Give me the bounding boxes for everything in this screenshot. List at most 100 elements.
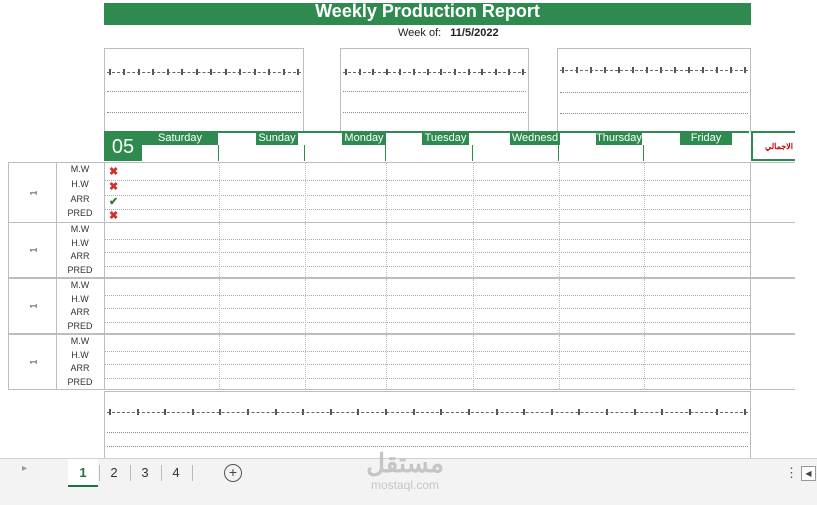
watermark-arabic: مستقل [366,448,444,478]
spreadsheet-canvas: Weekly Production Report Week of: 11/5/2… [0,0,795,458]
tab-separator [192,465,193,481]
week-of-value[interactable]: 11/5/2022 [450,27,498,39]
grid-col-line [386,335,387,389]
grid-col-line [473,279,474,333]
daily-entry-grid[interactable] [105,279,750,333]
scroll-left-icon[interactable]: ◀ [801,466,816,481]
note-rule-line [107,112,301,113]
note-rule-line [343,91,526,92]
metric-label-pred: PRED [67,320,93,331]
production-block-4: 1 M.W H.W ARR PRED [8,334,795,390]
header-divider [385,145,386,161]
note-rule-line [560,113,748,114]
sheet-tab-4[interactable]: 4 [161,459,191,485]
metric-label-mw: M.W [70,164,90,174]
metric-label-mw: M.W [70,280,90,290]
grid-col-line [305,223,306,277]
grid-row-line [105,179,750,181]
grid-row-line [105,252,750,253]
note-rule-line [107,91,301,92]
production-block-1: 1 M.W H.W ARR PRED ✖ ✖ ✔ ✖ [8,162,795,223]
note-rule-line [560,70,748,71]
grid-col-line [305,279,306,333]
notes-box-2[interactable] [340,48,529,132]
grid-row-line [105,294,750,296]
day-header-tuesday: Tuesday [422,131,469,145]
block-label: 1 [28,303,39,309]
close-x-icon: ✖ [109,180,119,193]
metric-label-arr: ARR [70,363,90,373]
block-total-cell[interactable] [750,279,795,333]
block-label: 1 [28,189,39,196]
metric-label-mw: M.W [70,336,90,346]
metric-labels: M.W H.W ARR PRED [56,223,105,277]
day-header-monday: Monday [342,131,386,145]
notes-box-1[interactable] [104,48,304,132]
note-rule-line [107,432,748,433]
block-total-cell[interactable] [750,223,795,277]
day-header-saturday: Saturday [142,131,218,145]
notes-box-3[interactable] [557,48,751,132]
metric-label-mw: M.W [70,224,90,234]
grid-col-line [559,163,560,222]
vertical-scroll-area[interactable] [795,0,817,458]
grid-row-line [105,308,750,309]
grid-col-line [305,163,306,222]
grid-row-line [105,265,750,267]
grid-col-line [644,223,645,277]
metric-label-hw: H.W [71,349,89,360]
more-options-icon[interactable]: ⋮ [785,465,798,481]
daily-entry-grid[interactable]: ✖ ✖ ✔ ✖ [105,163,750,222]
sheet-tab-2[interactable]: 2 [99,459,129,485]
metric-labels: M.W H.W ARR PRED [56,335,105,389]
block-label-cell[interactable]: 1 [9,335,57,389]
week-of: Week of: 11/5/2022 [398,27,499,39]
header-divider [643,145,644,161]
grid-row-line [105,364,750,365]
grid-col-line [219,335,220,389]
note-rule-line [343,112,526,113]
day-header-wednesd: Wednesd [510,131,560,145]
grid-row-line [105,377,750,379]
grid-col-line [559,223,560,277]
note-rule-line [107,72,301,73]
grid-col-line [386,163,387,222]
grid-col-line [644,279,645,333]
check-icon: ✔ [109,195,119,208]
block-label-cell[interactable]: 1 [9,279,57,333]
day-header-row: Saturday Sunday Monday Tuesday Wednesd Thursd… [104,131,749,161]
grid-col-line [219,223,220,277]
sheet-tab-3[interactable]: 3 [130,459,160,485]
metric-label-pred: PRED [67,264,93,275]
grid-col-line [386,279,387,333]
sheet-tab-1[interactable]: 1 [68,459,98,488]
metric-label-arr: ARR [70,193,90,204]
grid-col-line [219,279,220,333]
grid-col-line [305,335,306,389]
production-block-2: 1 M.W H.W ARR PRED [8,222,795,278]
metric-label-arr: ARR [70,251,90,261]
block-total-cell[interactable] [750,163,795,222]
grid-row-line [105,209,750,211]
block-label-cell[interactable]: 1 [9,223,57,277]
block-total-cell[interactable] [750,335,795,389]
day-header-sunday: Sunday [256,131,298,145]
block-label: 1 [28,359,39,365]
header-divider [218,145,219,161]
close-x-icon: ✖ [109,166,119,178]
daily-entry-grid[interactable] [105,223,750,277]
day-header-friday: Friday [680,131,732,145]
header-divider [304,145,305,161]
block-label-cell[interactable]: 1 [9,163,57,222]
add-sheet-icon[interactable]: + [224,464,242,482]
daily-entry-grid[interactable] [105,335,750,389]
tab-nav-arrow-icon[interactable]: ▸ [22,463,27,474]
grid-row-line [105,321,750,323]
header-divider [558,145,559,161]
production-block-3: 1 M.W H.W ARR PRED [8,278,795,334]
metric-labels: M.W H.W ARR PRED [56,163,105,222]
block-label: 1 [28,247,39,253]
grid-col-line [559,335,560,389]
grid-col-line [473,223,474,277]
close-x-icon: ✖ [109,210,119,223]
